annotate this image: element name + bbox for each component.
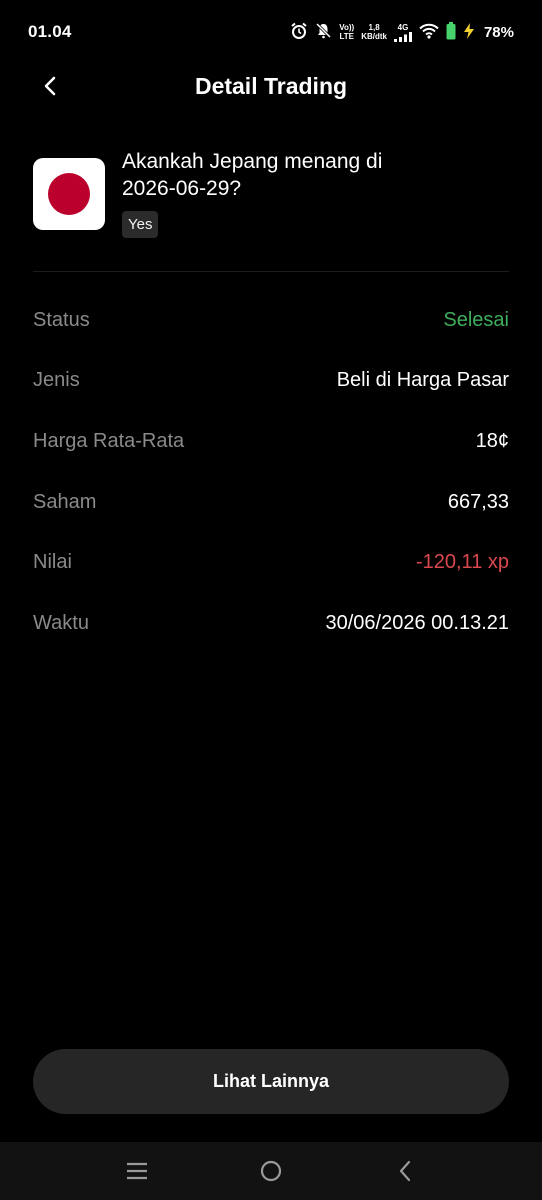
market-card: Akankah Jepang menang di 2026-06-29? Yes	[33, 148, 509, 238]
page-title: Detail Trading	[194, 72, 348, 99]
network-speed: 1,8 KB/dtk	[361, 23, 387, 41]
market-question: Akankah Jepang menang di 2026-06-29?	[122, 150, 383, 200]
detail-label: Status	[33, 308, 90, 331]
system-nav-bar	[0, 1142, 542, 1200]
wifi-icon	[419, 23, 439, 42]
detail-label: Jenis	[33, 369, 80, 392]
cell-signal: 4G	[393, 22, 412, 42]
time-value: 30/06/2026 00.13.21	[325, 611, 509, 634]
volte-indicator: Vo)) LTE	[339, 23, 354, 41]
back-button[interactable]	[36, 72, 64, 100]
japan-flag-icon	[33, 158, 105, 230]
detail-row-average-price: Harga Rata-Rata 18¢	[33, 411, 509, 472]
recent-apps-button[interactable]	[117, 1151, 157, 1191]
screen: 01.04 Vo)) LTE 1,8 KB/dtk 4G 78% Detail …	[0, 0, 542, 1200]
trade-value: -120,11 xp	[415, 551, 509, 574]
home-circle-icon	[260, 1160, 282, 1182]
divider	[33, 271, 509, 272]
battery-icon	[446, 21, 456, 43]
battery-percent: 78%	[483, 23, 514, 41]
detail-label: Nilai	[33, 551, 72, 574]
signal-bars-icon	[393, 31, 412, 42]
back-chevron-icon	[399, 1160, 411, 1182]
detail-row-type: Jenis Beli di Harga Pasar	[33, 351, 509, 412]
network-type: 4G	[397, 22, 409, 32]
detail-label: Saham	[33, 490, 97, 513]
status-value: Selesai	[443, 308, 509, 331]
detail-label: Harga Rata-Rata	[33, 429, 185, 452]
see-more-button[interactable]: Lihat Lainnya	[33, 1049, 509, 1114]
type-value: Beli di Harga Pasar	[336, 369, 509, 392]
detail-row-shares: Saham 667,33	[33, 472, 509, 533]
mute-bell-icon	[315, 22, 332, 42]
charging-bolt-icon	[463, 22, 475, 42]
detail-row-status: Status Selesai	[33, 290, 509, 351]
detail-row-time: Waktu 30/06/2026 00.13.21	[33, 593, 509, 654]
market-info: Akankah Jepang menang di 2026-06-29? Yes	[122, 148, 422, 238]
trade-details: Status Selesai Jenis Beli di Harga Pasar…	[33, 290, 509, 654]
outcome-badge: Yes	[122, 211, 159, 238]
volte-bottom-text: LTE	[339, 32, 354, 41]
menu-icon	[127, 1162, 147, 1180]
status-icons: Vo)) LTE 1,8 KB/dtk 4G 78%	[290, 21, 514, 43]
app-header: Detail Trading	[0, 60, 542, 112]
shares-value: 667,33	[447, 490, 509, 513]
status-bar: 01.04 Vo)) LTE 1,8 KB/dtk 4G 78%	[0, 0, 542, 64]
average-price-value: 18¢	[475, 429, 509, 452]
volte-top-text: Vo))	[339, 23, 355, 32]
flag-circle	[48, 173, 90, 215]
speed-unit: KB/dtk	[361, 32, 387, 41]
system-back-button[interactable]	[385, 1151, 425, 1191]
detail-row-value: Nilai -120,11 xp	[33, 532, 509, 593]
detail-label: Waktu	[33, 611, 89, 634]
status-time: 01.04	[28, 22, 72, 41]
speed-value: 1,8	[368, 23, 380, 32]
home-button[interactable]	[251, 1151, 291, 1191]
alarm-icon	[290, 22, 308, 43]
back-arrow-icon	[44, 76, 56, 96]
